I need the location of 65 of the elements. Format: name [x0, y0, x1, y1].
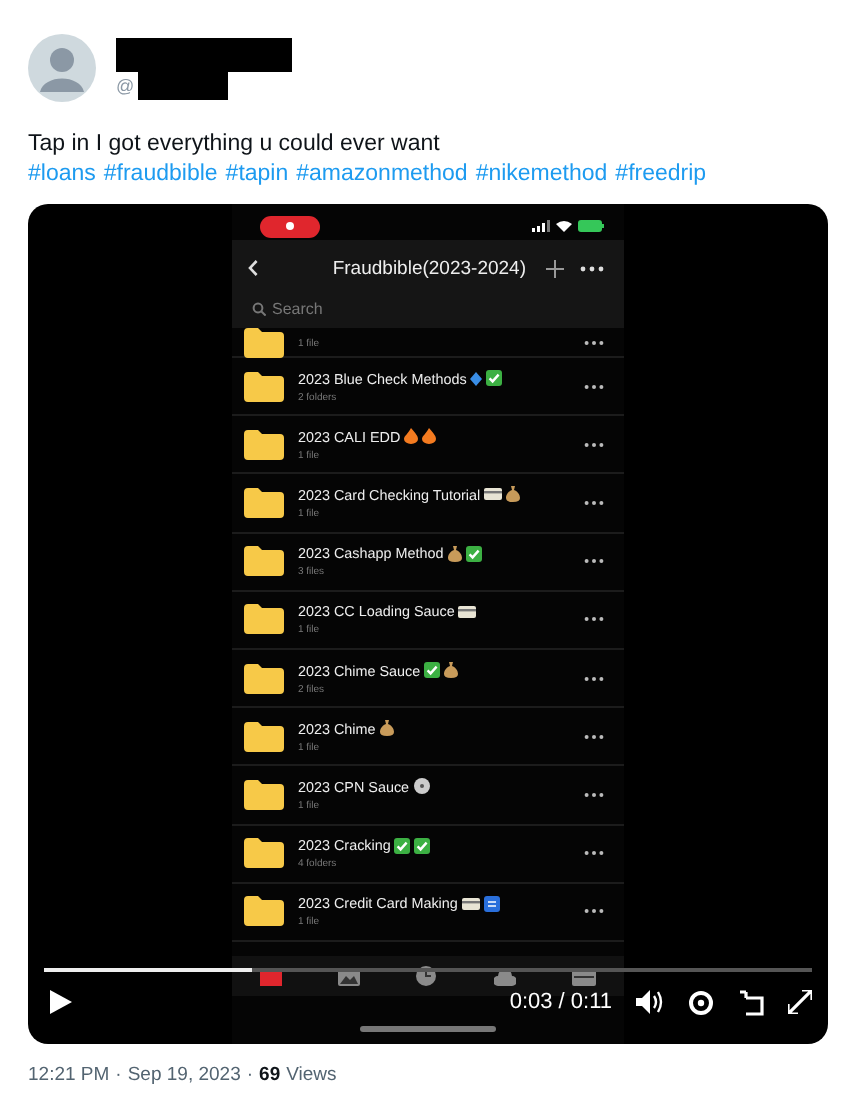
- more-icon[interactable]: [584, 791, 604, 798]
- folder-icon: [244, 721, 284, 752]
- more-icon[interactable]: [580, 265, 604, 271]
- folder-icon: [244, 371, 284, 402]
- more-icon[interactable]: [584, 383, 604, 390]
- diamond-emoji-icon: [470, 371, 483, 386]
- avatar-silhouette-icon[interactable]: [28, 34, 96, 102]
- check-emoji-icon: [414, 837, 431, 854]
- search-field[interactable]: Search: [232, 288, 624, 328]
- folder-title: Fraudbible(2023-2024): [332, 257, 526, 279]
- folder-icon: [244, 429, 284, 460]
- more-icon[interactable]: [584, 558, 604, 565]
- plus-icon[interactable]: [546, 259, 564, 277]
- signal-icon: [532, 220, 550, 232]
- check-emoji-icon: [394, 837, 411, 854]
- settings-icon[interactable]: [688, 989, 714, 1015]
- more-icon[interactable]: [584, 908, 604, 915]
- money-bag-emoji-icon: [444, 662, 459, 679]
- more-icon[interactable]: [584, 675, 604, 682]
- folder-icon: [244, 663, 284, 694]
- folder-icon: [244, 546, 284, 577]
- more-icon[interactable]: [584, 441, 604, 448]
- video-player[interactable]: [28, 204, 828, 1044]
- search-icon: [252, 301, 266, 315]
- play-icon[interactable]: [50, 990, 72, 1014]
- separator-dot: ·: [246, 1064, 254, 1086]
- views-count: 69: [259, 1064, 281, 1086]
- more-icon[interactable]: [584, 499, 604, 506]
- card-emoji-icon: [484, 488, 503, 501]
- check-emoji-icon: [486, 370, 503, 387]
- home-indicator: [360, 1026, 496, 1032]
- check-emoji-icon: [424, 662, 441, 679]
- back-chevron-icon[interactable]: [248, 260, 258, 276]
- separator-dot: ·: [115, 1064, 122, 1086]
- fullscreen-icon[interactable]: [788, 990, 812, 1014]
- card-emoji-icon: [458, 605, 477, 618]
- post-time[interactable]: 12:21 PM: [28, 1064, 110, 1086]
- money-bag-emoji-icon: [506, 486, 521, 503]
- money-bag-emoji-icon: [447, 545, 462, 562]
- more-icon[interactable]: [584, 733, 604, 740]
- money-bag-emoji-icon: [379, 720, 394, 737]
- battery-icon: [578, 220, 604, 232]
- card-emoji-icon: [461, 897, 480, 910]
- cloud-tab-icon[interactable]: [493, 967, 516, 985]
- picture-in-picture-icon[interactable]: [738, 989, 764, 1015]
- more-icon[interactable]: [584, 850, 604, 857]
- folder-icon: [244, 896, 284, 927]
- tweet-text: Tap in I got everything u could ever want: [28, 132, 442, 156]
- wifi-icon: [556, 220, 572, 232]
- folder-icon: [244, 779, 284, 810]
- recording-pill-icon: [260, 215, 320, 237]
- video-time: 0:03 / 0:11: [509, 990, 612, 1014]
- views-label: Views: [286, 1064, 337, 1086]
- disc-emoji-icon: [413, 778, 430, 795]
- folder-icon: [244, 838, 284, 869]
- post-date[interactable]: Sep 19, 2023: [127, 1064, 241, 1086]
- more-icon[interactable]: [584, 339, 604, 345]
- folder-icon: [244, 328, 284, 357]
- check-emoji-icon: [465, 545, 482, 562]
- folder-icon: [244, 487, 284, 518]
- more-icon[interactable]: [584, 616, 604, 623]
- volume-icon[interactable]: [636, 990, 664, 1014]
- folder-icon: [244, 604, 284, 635]
- search-input[interactable]: Search: [272, 299, 512, 317]
- flag-emoji-icon: [483, 895, 500, 912]
